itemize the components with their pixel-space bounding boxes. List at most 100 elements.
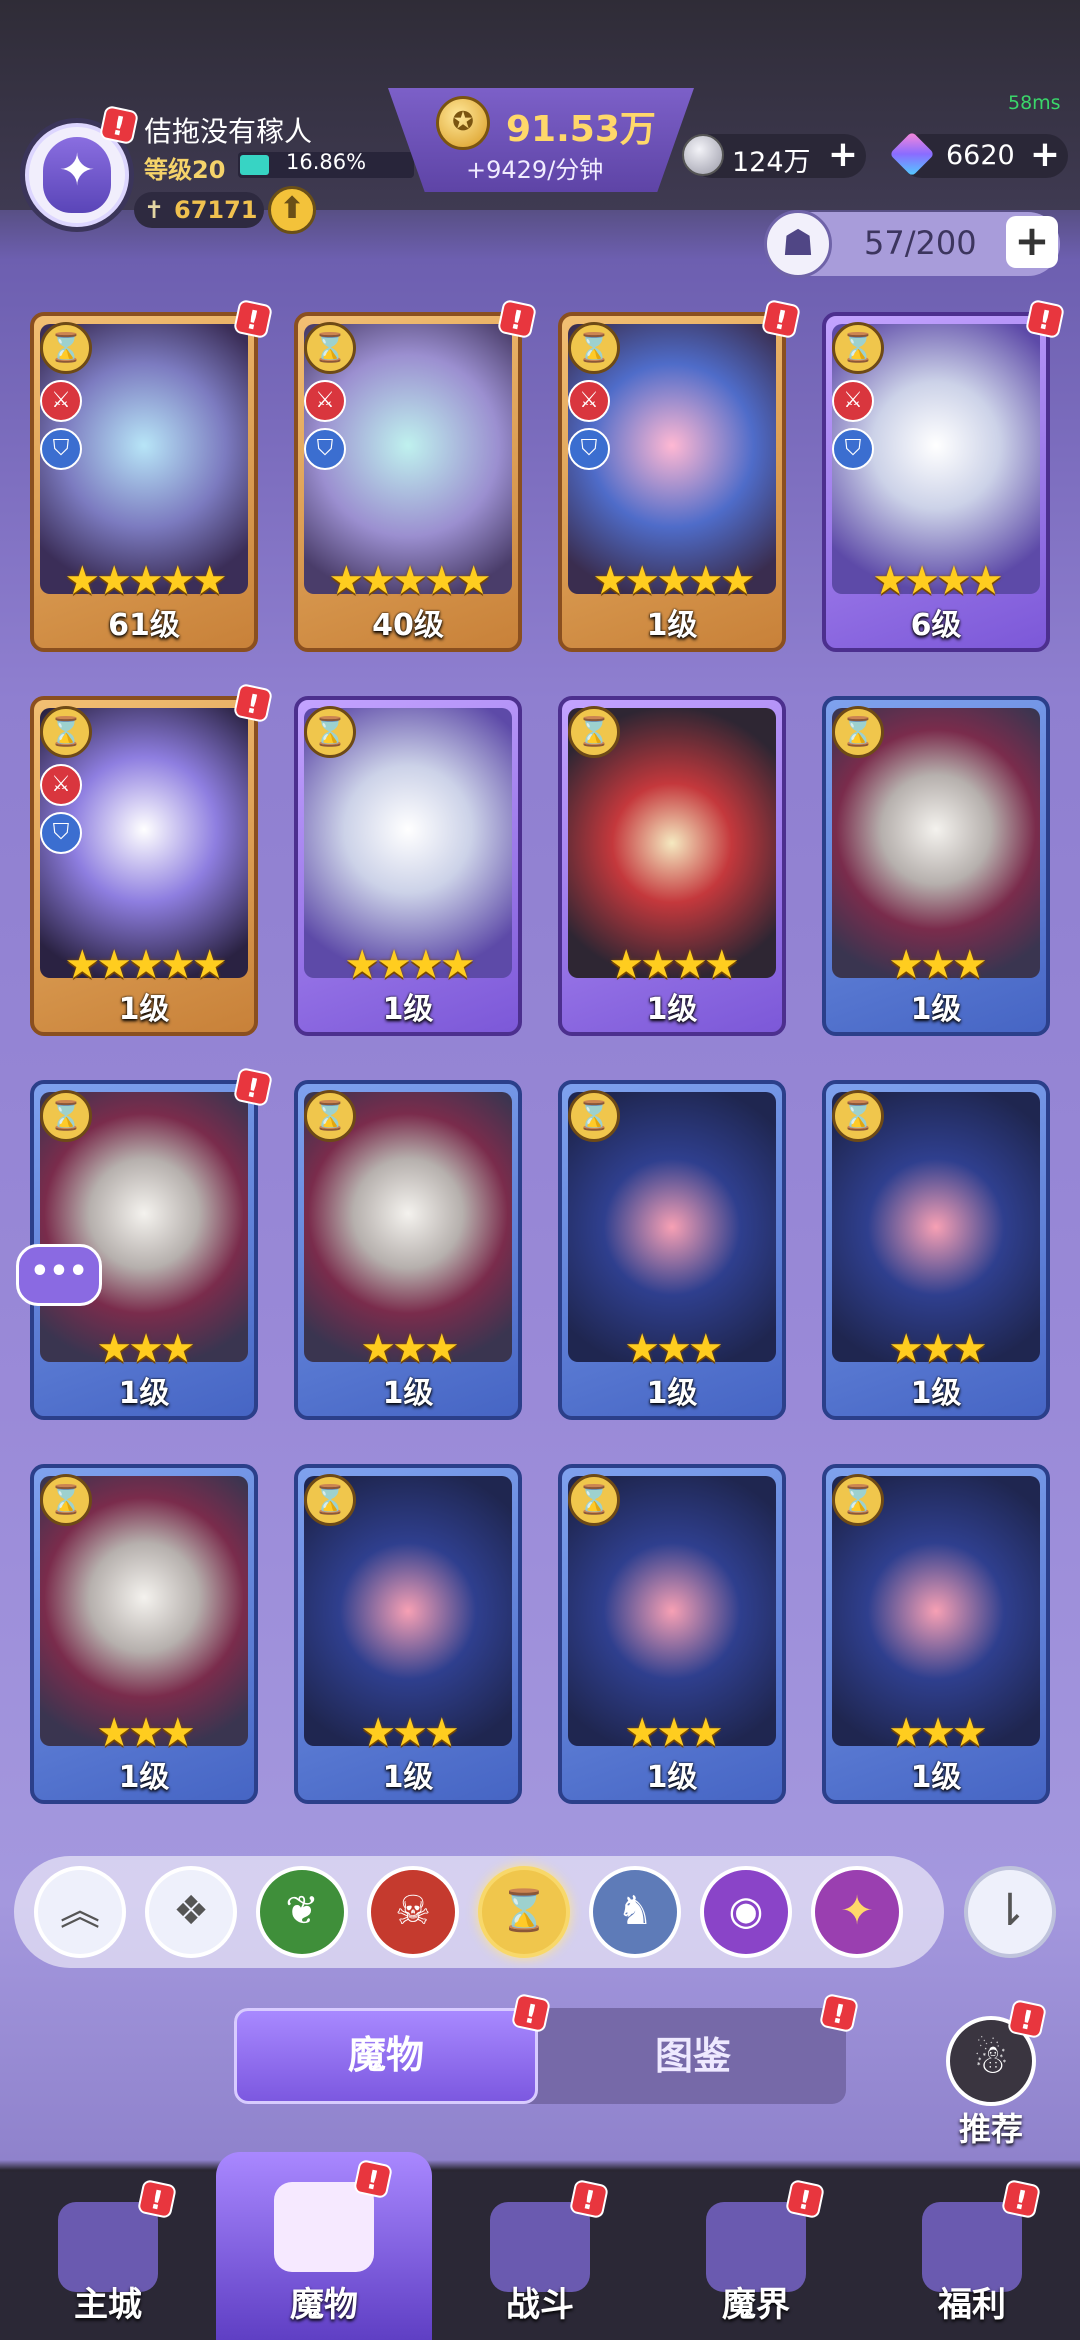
combat-power-value: 67171	[174, 196, 258, 224]
shield-icon: ⛉	[40, 428, 82, 470]
monster-level: 61级	[108, 608, 180, 643]
monster-card[interactable]: ⌛ ★★★ 1级	[294, 1464, 522, 1804]
shield-icon: ⛉	[568, 428, 610, 470]
add-silver-icon[interactable]: +	[828, 134, 858, 175]
nav-label: 魔界	[722, 2285, 790, 2325]
collapse-icon[interactable]: ︽	[34, 1866, 126, 1958]
arcane-faction-icon[interactable]: ✦	[811, 1866, 903, 1958]
xp-percent: 16.86%	[286, 150, 367, 174]
star-rating: ★★★	[360, 1710, 460, 1756]
card-alert-icon: !	[232, 682, 274, 724]
star-rating: ★★★	[360, 1326, 460, 1372]
sort-icon[interactable]: ⇂	[964, 1866, 1056, 1958]
nav-item-3[interactable]: 战斗	[432, 2172, 648, 2340]
star-icon: ✦	[58, 145, 96, 196]
hourglass-faction-icon: ⌛	[832, 1474, 884, 1526]
star-rating: ★★★	[888, 942, 988, 988]
monster-level: 40级	[372, 608, 444, 643]
monster-level: 1级	[646, 992, 698, 1027]
nav-label: 魔物	[290, 2285, 358, 2325]
monster-card[interactable]: ⌛ ⚔ ⛉ ★★★★★ 1级	[30, 696, 258, 1036]
monster-level: 1级	[382, 1376, 434, 1411]
hourglass-faction-icon: ⌛	[304, 706, 356, 758]
monster-card[interactable]: ⌛ ★★★ 1级	[30, 1464, 258, 1804]
monster-card[interactable]: ⌛ ★★★ 1级	[558, 1080, 786, 1420]
monster-level: 1级	[646, 1760, 698, 1795]
monster-card[interactable]: ⌛ ★★★ 1级	[822, 696, 1050, 1036]
monster-silhouette-icon: ☗	[764, 210, 832, 278]
hourglass-faction-icon: ⌛	[568, 1090, 620, 1142]
hourglass-faction-icon: ⌛	[40, 322, 92, 374]
monster-card[interactable]: ⌛ ★★★ 1级	[558, 1464, 786, 1804]
nav-alert-icon: !	[784, 2178, 826, 2220]
attack-role-icon: ⚔	[304, 380, 346, 422]
nav-label: 战斗	[506, 2285, 574, 2325]
monster-card[interactable]: ⌛ ★★★ 1级	[822, 1080, 1050, 1420]
nav-item-5[interactable]: 福利	[864, 2172, 1080, 2340]
silver-amount: 124万	[732, 147, 811, 178]
shield-icon: ⛉	[304, 428, 346, 470]
monster-card[interactable]: ⌛ ⚔ ⛉ ★★★★★ 40级	[294, 312, 522, 652]
avatar-alert-icon: !	[98, 104, 140, 146]
attack-role-icon: ⚔	[40, 380, 82, 422]
monster-card[interactable]: ⌛ ★★★★ 1级	[294, 696, 522, 1036]
star-rating: ★★★	[888, 1710, 988, 1756]
chat-icon[interactable]: •••	[16, 1244, 102, 1306]
nav-label: 福利	[938, 2285, 1006, 2325]
player-name: 佶拖没有稼人	[144, 115, 313, 148]
tab-monsters[interactable]: 魔物	[234, 2008, 538, 2104]
xp-progress-fill	[240, 155, 269, 175]
monster-level: 1级	[646, 1376, 698, 1411]
star-rating: ★★★★★	[592, 558, 755, 604]
nav-item-2[interactable]: 魔物	[216, 2152, 432, 2340]
player-level: 等级20	[144, 156, 226, 184]
tab-monsters-alert-icon: !	[510, 1992, 552, 2034]
monster-level: 1级	[910, 992, 962, 1027]
star-rating: ★★★	[96, 1710, 196, 1756]
tab-codex-alert-icon: !	[818, 1992, 860, 2034]
star-rating: ★★★★★	[64, 558, 227, 604]
monster-level: 1级	[118, 992, 170, 1027]
star-rating: ★★★	[624, 1710, 724, 1756]
monster-level: 1级	[910, 1376, 962, 1411]
dragon-faction-icon[interactable]: ♞	[589, 1866, 681, 1958]
card-alert-icon: !	[1024, 298, 1066, 340]
monster-level: 6级	[910, 608, 962, 643]
star-rating: ★★★★★	[64, 942, 227, 988]
monster-level: 1级	[910, 1760, 962, 1795]
card-alert-icon: !	[232, 298, 274, 340]
hourglass-faction-icon: ⌛	[832, 322, 884, 374]
monster-card[interactable]: ⌛ ★★★★ 1级	[558, 696, 786, 1036]
monster-card[interactable]: ⌛ ★★★ 1级	[822, 1464, 1050, 1804]
star-rating: ★★★	[96, 1326, 196, 1372]
gold-rate: +9429/分钟	[466, 156, 604, 184]
nav-alert-icon: !	[568, 2178, 610, 2220]
gem-amount: 6620	[946, 140, 1015, 171]
upgrade-arrow-button[interactable]: ⬆	[268, 186, 316, 234]
all-factions-icon[interactable]: ❖	[145, 1866, 237, 1958]
gold-amount: 91.53万	[506, 109, 656, 150]
hourglass-faction-icon[interactable]: ⌛	[478, 1866, 570, 1958]
monster-card[interactable]: ⌛ ⚔ ⛉ ★★★★★ 61级	[30, 312, 258, 652]
monster-level: 1级	[118, 1760, 170, 1795]
monster-card[interactable]: ⌛ ⚔ ⛉ ★★★★★ 1级	[558, 312, 786, 652]
eye-faction-icon[interactable]: ◉	[700, 1866, 792, 1958]
expand-capacity-button[interactable]: +	[1006, 216, 1058, 268]
demon-faction-icon[interactable]: ☠	[367, 1866, 459, 1958]
nav-alert-icon: !	[1000, 2178, 1042, 2220]
nature-faction-icon[interactable]: ❦	[256, 1866, 348, 1958]
monster-card[interactable]: ⌛ ⚔ ⛉ ★★★★ 6级	[822, 312, 1050, 652]
nav-item-1[interactable]: 主城	[0, 2172, 216, 2340]
tab-codex[interactable]: 图鉴	[540, 2008, 846, 2104]
star-rating: ★★★★	[608, 942, 739, 988]
monster-level: 1级	[118, 1376, 170, 1411]
nav-item-4[interactable]: 魔界	[648, 2172, 864, 2340]
silver-coin-icon	[682, 134, 724, 176]
add-gems-icon[interactable]: +	[1030, 134, 1060, 175]
monster-card[interactable]: ⌛ ★★★ 1级	[294, 1080, 522, 1420]
hourglass-faction-icon: ⌛	[304, 1474, 356, 1526]
star-rating: ★★★	[624, 1326, 724, 1372]
monster-flame-icon	[274, 2182, 374, 2272]
hourglass-faction-icon: ⌛	[568, 706, 620, 758]
star-rating: ★★★	[888, 1326, 988, 1372]
